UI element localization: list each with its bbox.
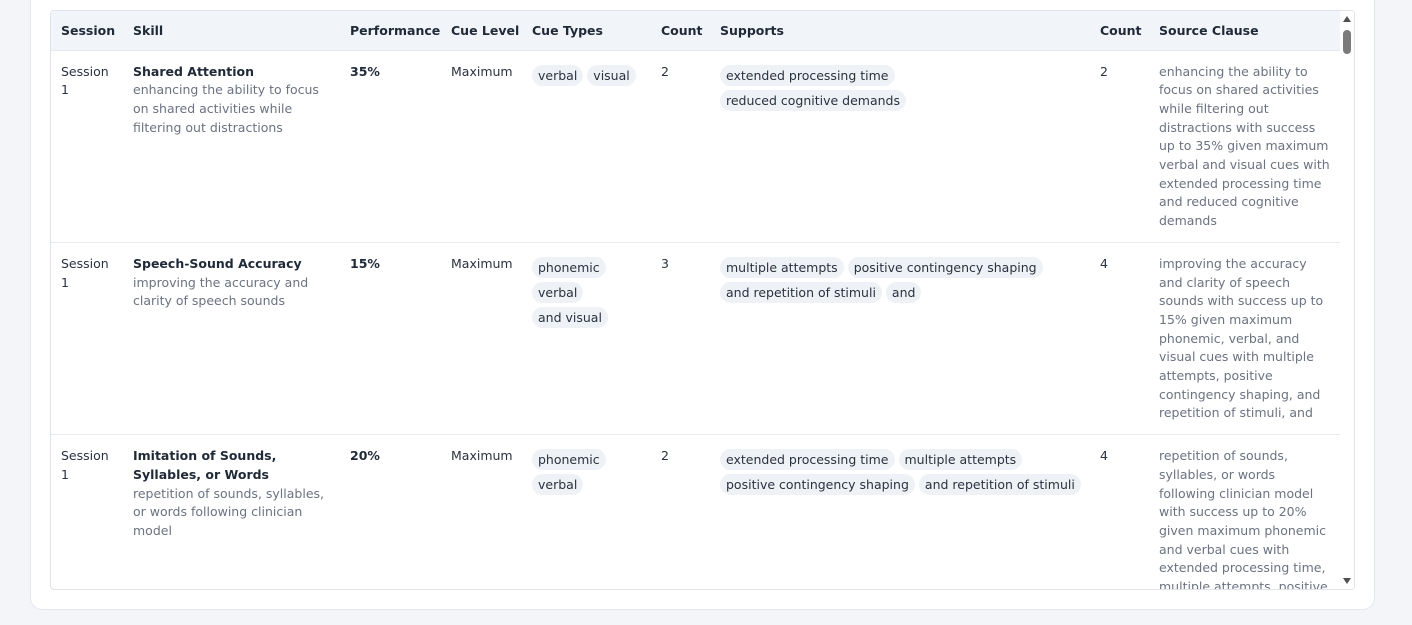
skill-name: Shared Attention — [133, 63, 255, 79]
cell-cue-level: Maximum — [441, 434, 522, 589]
table-viewport[interactable]: Session Skill Performance Cue Level Cue … — [51, 11, 1340, 589]
col-header-support-count: Count — [1090, 11, 1149, 51]
cell-session: Session 1 — [51, 242, 123, 436]
support-chip: and repetition of stimuli — [720, 281, 882, 303]
col-header-performance: Performance — [340, 11, 441, 51]
cue-type-chip: phonemic — [532, 256, 606, 278]
cell-supports: multiple attempts positive contingency s… — [710, 242, 1090, 436]
cell-cue-count: 2 — [651, 434, 710, 589]
cell-source-clause: improving the accuracy and clarity of sp… — [1149, 242, 1340, 436]
col-header-session: Session — [51, 11, 123, 51]
support-chips: extended processing time multiple attemp… — [720, 449, 1082, 496]
cell-session: Session 1 — [51, 50, 123, 243]
cell-skill: Shared Attention enhancing the ability t… — [123, 50, 340, 243]
goals-table-frame: Session Skill Performance Cue Level Cue … — [50, 10, 1355, 590]
skill-name: Speech-Sound Accuracy — [133, 255, 302, 271]
cell-source-clause: enhancing the ability to focus on shared… — [1149, 50, 1340, 243]
col-header-source-clause: Source Clause — [1149, 11, 1340, 51]
cue-type-chips: phonemic verbal and visual — [532, 256, 643, 328]
table-row: Session 1 Imitation of Sounds, Syllables… — [51, 434, 1340, 589]
cell-cue-types: verbal visual — [522, 50, 651, 243]
cell-performance: 35% — [340, 50, 441, 243]
cell-supports: extended processing time reduced cogniti… — [710, 50, 1090, 243]
scrollbar-thumb[interactable] — [1343, 30, 1351, 54]
cue-type-chip: and visual — [532, 306, 608, 328]
cell-source-clause: repetition of sounds, syllables, or word… — [1149, 434, 1340, 589]
cell-cue-types: phonemic verbal — [522, 434, 651, 589]
cue-type-chips: phonemic verbal — [532, 449, 643, 496]
cell-skill: Speech-Sound Accuracy improving the accu… — [123, 242, 340, 436]
cell-cue-level: Maximum — [441, 50, 522, 243]
support-chip: and repetition of stimuli — [918, 474, 1081, 496]
table-header-row: Session Skill Performance Cue Level Cue … — [51, 11, 1340, 51]
cell-support-count: 4 — [1090, 242, 1149, 436]
cue-type-chip: phonemic — [532, 449, 606, 471]
cell-performance: 20% — [340, 434, 441, 589]
cell-performance: 15% — [340, 242, 441, 436]
col-header-skill: Skill — [123, 11, 340, 51]
support-chip: reduced cognitive demands — [720, 89, 906, 111]
support-chip: extended processing time — [720, 64, 895, 86]
cell-session: Session 1 — [51, 434, 123, 589]
goals-table: Session Skill Performance Cue Level Cue … — [51, 11, 1340, 589]
support-chips: extended processing time reduced cogniti… — [720, 64, 1082, 111]
col-header-cue-level: Cue Level — [441, 11, 522, 51]
support-chip: positive contingency shaping — [847, 256, 1043, 278]
cell-cue-types: phonemic verbal and visual — [522, 242, 651, 436]
cell-cue-count: 2 — [651, 50, 710, 243]
col-header-cue-count: Count — [651, 11, 710, 51]
cell-support-count: 4 — [1090, 434, 1149, 589]
table-row: Session 1 Shared Attention enhancing the… — [51, 50, 1340, 243]
table-row: Session 1 Speech-Sound Accuracy improvin… — [51, 242, 1340, 436]
skill-description: improving the accuracy and clarity of sp… — [133, 274, 309, 309]
cell-support-count: 2 — [1090, 50, 1149, 243]
cue-type-chips: verbal visual — [532, 64, 643, 86]
cue-type-chip: verbal — [532, 64, 584, 86]
skill-description: enhancing the ability to focus on shared… — [133, 82, 319, 135]
cue-type-chip: verbal — [532, 474, 584, 496]
cue-type-chip: verbal — [532, 281, 584, 303]
support-chip: extended processing time — [720, 449, 895, 471]
support-chips: multiple attempts positive contingency s… — [720, 256, 1082, 303]
support-chip: and — [885, 281, 922, 303]
col-header-supports: Supports — [710, 11, 1090, 51]
cell-cue-count: 3 — [651, 242, 710, 436]
cell-cue-level: Maximum — [441, 242, 522, 436]
skill-description: repetition of sounds, syllables, or word… — [133, 485, 324, 538]
cell-supports: extended processing time multiple attemp… — [710, 434, 1090, 589]
support-chip: multiple attempts — [898, 449, 1023, 471]
scroll-up-arrow-icon[interactable] — [1343, 16, 1351, 22]
support-chip: positive contingency shaping — [720, 474, 915, 496]
skill-name: Imitation of Sounds, Syllables, or Words — [133, 448, 277, 482]
vertical-scrollbar[interactable] — [1340, 11, 1354, 589]
scroll-down-arrow-icon[interactable] — [1343, 578, 1351, 584]
col-header-cue-types: Cue Types — [522, 11, 651, 51]
cell-skill: Imitation of Sounds, Syllables, or Words… — [123, 434, 340, 589]
cue-type-chip: visual — [587, 64, 636, 86]
support-chip: multiple attempts — [720, 256, 844, 278]
